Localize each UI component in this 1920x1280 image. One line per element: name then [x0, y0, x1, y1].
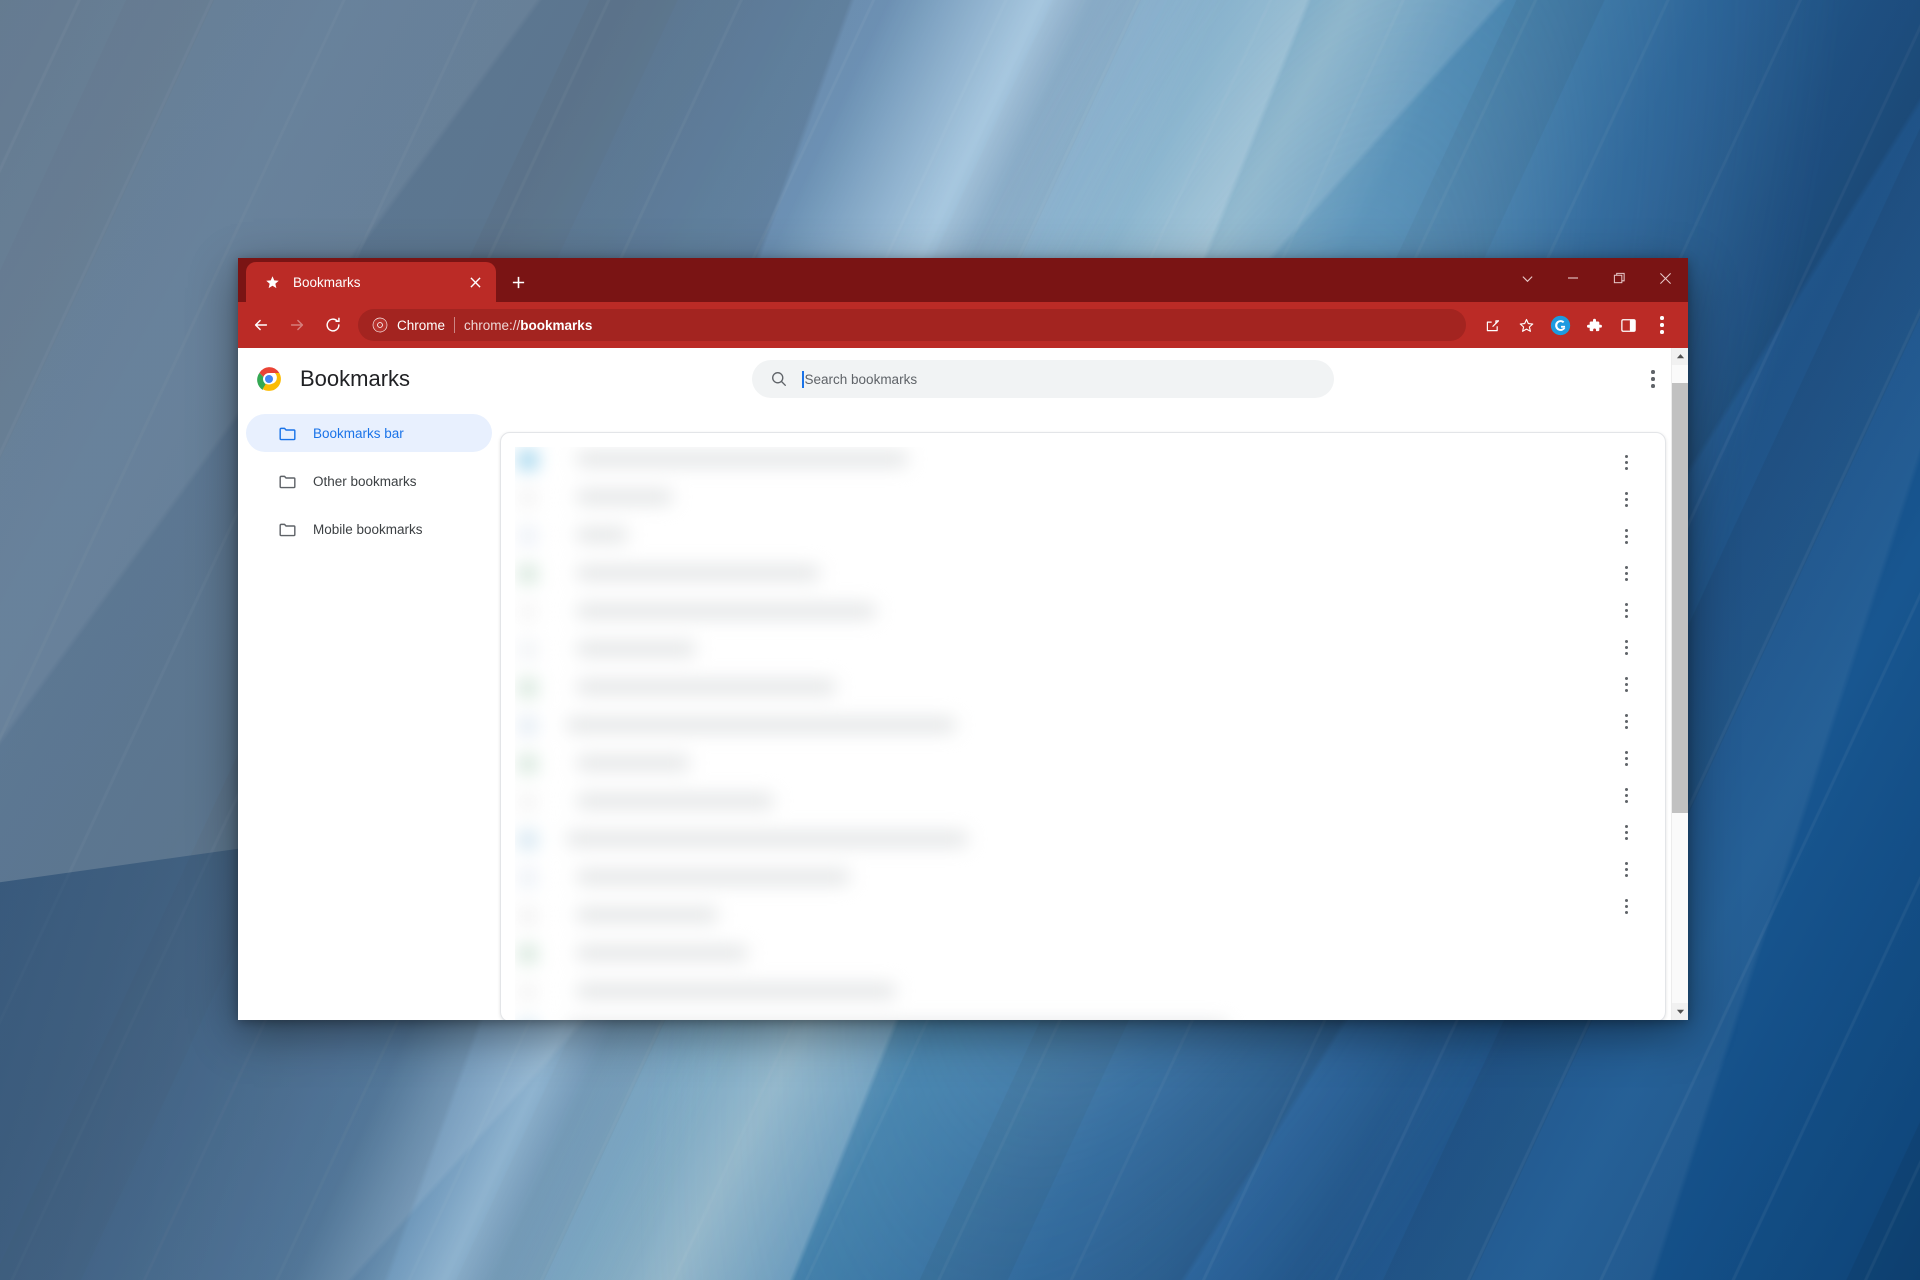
- browser-toolbar: Chrome chrome://bookmarks: [238, 302, 1688, 348]
- chevron-down-icon[interactable]: [1671, 1003, 1688, 1020]
- tab-strip: Bookmarks: [238, 258, 1688, 302]
- reload-icon[interactable]: [316, 308, 350, 342]
- star-outline-icon[interactable]: [1510, 309, 1542, 341]
- omnibox-url: chrome://bookmarks: [464, 318, 592, 333]
- omnibox-url-prefix: chrome://: [464, 317, 521, 333]
- chrome-icon: [371, 317, 388, 334]
- menu-dots: [1660, 316, 1664, 334]
- share-icon[interactable]: [1476, 309, 1508, 341]
- vertical-scrollbar[interactable]: [1671, 348, 1688, 1020]
- row-menu-button[interactable]: [1613, 671, 1639, 697]
- search-placeholder: Search bookmarks: [804, 371, 918, 387]
- row-menu-button[interactable]: [1613, 893, 1639, 919]
- sidebar-item-bookmarks-bar[interactable]: Bookmarks bar: [246, 414, 492, 452]
- chevron-up-icon[interactable]: [1671, 348, 1688, 365]
- row-menu-column: [1613, 449, 1639, 1020]
- folder-icon: [278, 424, 297, 443]
- sidebar-item-label: Bookmarks bar: [313, 425, 404, 441]
- scrollbar-track[interactable]: [1671, 365, 1688, 1003]
- sidebar-item-mobile-bookmarks[interactable]: Mobile bookmarks: [246, 510, 492, 548]
- chrome-logo-icon: [256, 366, 282, 392]
- sidebar-item-other-bookmarks[interactable]: Other bookmarks: [246, 462, 492, 500]
- row-menu-button[interactable]: [1613, 523, 1639, 549]
- star-icon: [264, 274, 281, 291]
- scrollbar-thumb[interactable]: [1671, 383, 1688, 813]
- tab-title: Bookmarks: [293, 274, 361, 290]
- close-icon[interactable]: [464, 271, 486, 293]
- three-dot-menu-icon[interactable]: [1646, 309, 1678, 341]
- puzzle-piece-icon[interactable]: [1578, 309, 1610, 341]
- obscured-bookmark-list: [515, 447, 1665, 1020]
- three-dot-menu-icon: [1651, 370, 1655, 388]
- sidebar-item-label: Mobile bookmarks: [313, 521, 423, 537]
- bookmarks-header: Bookmarks Search bookmarks: [238, 348, 1688, 410]
- row-menu-button[interactable]: [1613, 708, 1639, 734]
- bookmarks-sidebar: Bookmarks bar Other bookmarks Mobile boo…: [238, 410, 500, 1020]
- row-menu-button[interactable]: [1613, 486, 1639, 512]
- bookmarks-list-area: [500, 410, 1688, 1020]
- search-input[interactable]: Search bookmarks: [752, 360, 1335, 398]
- bookmarks-body: Bookmarks bar Other bookmarks Mobile boo…: [238, 410, 1688, 1020]
- row-menu-button[interactable]: [1613, 560, 1639, 586]
- row-menu-button[interactable]: [1613, 782, 1639, 808]
- search-field[interactable]: Search bookmarks: [802, 370, 1316, 388]
- browser-window: Bookmarks Chrome chrome://bookmarks Book…: [238, 258, 1688, 1020]
- address-bar[interactable]: Chrome chrome://bookmarks: [358, 309, 1466, 341]
- tab-bookmarks[interactable]: Bookmarks: [246, 262, 496, 302]
- row-menu-button[interactable]: [1613, 449, 1639, 475]
- search-icon: [770, 370, 788, 388]
- maximize-restore-button[interactable]: [1596, 258, 1642, 298]
- bookmarks-list-card: [500, 432, 1666, 1020]
- back-arrow-icon[interactable]: [244, 308, 278, 342]
- row-menu-button[interactable]: [1613, 745, 1639, 771]
- omnibox-url-path: bookmarks: [520, 317, 593, 333]
- minimize-button[interactable]: [1550, 258, 1596, 298]
- omnibox-separator: [454, 317, 456, 333]
- new-tab-button[interactable]: [502, 266, 534, 298]
- folder-icon: [278, 472, 297, 491]
- window-controls: [1504, 258, 1688, 298]
- grammarly-icon[interactable]: [1544, 309, 1576, 341]
- expand-toolbar-button[interactable]: [1504, 258, 1550, 298]
- bookmarks-page: Bookmarks Search bookmarks Bookmarks bar…: [238, 348, 1688, 1020]
- forward-arrow-icon[interactable]: [280, 308, 314, 342]
- folder-icon: [278, 520, 297, 539]
- sidebar-item-label: Other bookmarks: [313, 473, 417, 489]
- close-window-button[interactable]: [1642, 258, 1688, 298]
- page-title: Bookmarks: [300, 366, 411, 391]
- row-menu-button[interactable]: [1613, 856, 1639, 882]
- row-menu-button[interactable]: [1613, 819, 1639, 845]
- desktop-background: Bookmarks Chrome chrome://bookmarks Book…: [0, 0, 1920, 1280]
- row-menu-button[interactable]: [1613, 597, 1639, 623]
- search-container: Search bookmarks: [410, 360, 1636, 398]
- page-overflow-menu-button[interactable]: [1636, 362, 1670, 396]
- side-panel-icon[interactable]: [1612, 309, 1644, 341]
- obscured-bookmark-rows: [515, 447, 1665, 1020]
- text-caret: [802, 370, 804, 388]
- row-menu-button[interactable]: [1613, 634, 1639, 660]
- omnibox-source-label: Chrome: [397, 317, 446, 333]
